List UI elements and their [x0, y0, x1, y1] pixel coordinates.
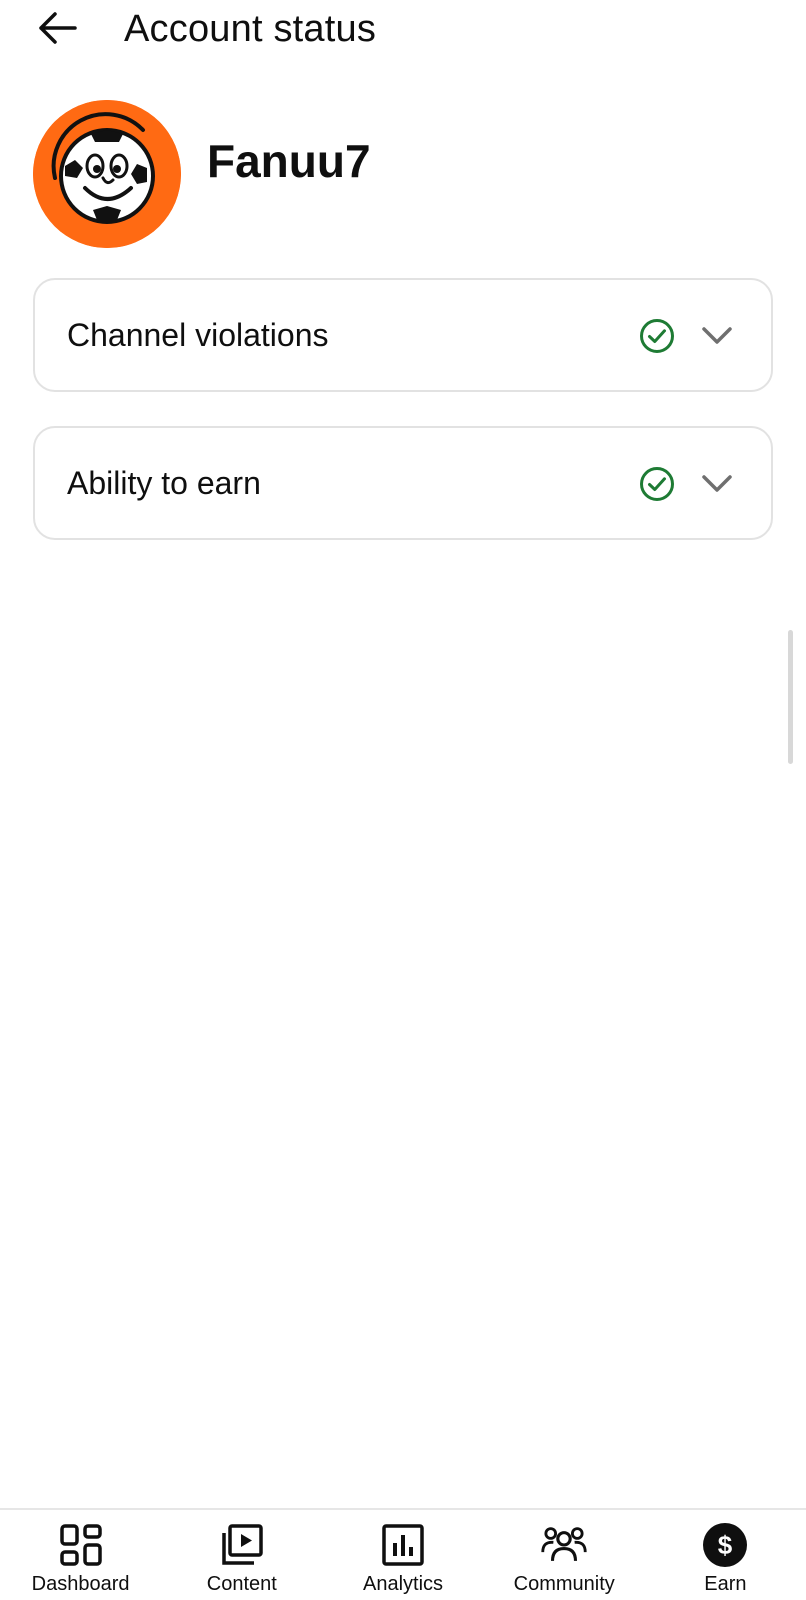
earn-dollar-icon: $: [703, 1523, 748, 1567]
nav-label: Analytics: [362, 1573, 444, 1595]
nav-item-earn[interactable]: $ Earn: [645, 1510, 806, 1600]
nav-item-content[interactable]: Content: [161, 1510, 322, 1600]
scrollbar[interactable]: [788, 630, 793, 764]
check-circle-icon: [640, 319, 674, 353]
community-icon: [541, 1527, 587, 1561]
chevron-down-icon[interactable]: [699, 466, 735, 502]
nav-label: Content: [206, 1573, 277, 1595]
nav-label: Community: [513, 1573, 615, 1595]
nav-label: Earn: [704, 1573, 747, 1595]
analytics-icon: [382, 1524, 424, 1566]
nav-item-analytics[interactable]: Analytics: [322, 1510, 483, 1600]
channel-profile: Fanuu7: [33, 100, 773, 248]
nav-item-community[interactable]: Community: [484, 1510, 645, 1600]
svg-text:$: $: [718, 1530, 733, 1560]
top-app-bar: Account status: [0, 0, 806, 60]
card-label: Channel violations: [67, 316, 329, 353]
check-circle-icon: [640, 467, 674, 501]
content-icon: [222, 1524, 263, 1565]
ability-to-earn-card[interactable]: Ability to earn: [33, 426, 773, 540]
avatar[interactable]: [33, 100, 181, 248]
nav-item-dashboard[interactable]: Dashboard: [0, 1510, 161, 1600]
nav-label: Dashboard: [31, 1573, 130, 1595]
bottom-navigation: Dashboard Content Analytics Community $ …: [0, 1508, 806, 1600]
channel-violations-card[interactable]: Channel violations: [33, 278, 773, 392]
back-button[interactable]: [34, 8, 80, 48]
chevron-down-icon[interactable]: [699, 318, 735, 354]
dashboard-icon: [59, 1524, 102, 1566]
channel-name: Fanuu7: [207, 135, 371, 187]
soccer-ball-mascot-avatar: [33, 100, 181, 248]
card-label: Ability to earn: [67, 464, 261, 501]
arrow-left-icon: [39, 12, 77, 44]
page-title: Account status: [124, 8, 377, 50]
